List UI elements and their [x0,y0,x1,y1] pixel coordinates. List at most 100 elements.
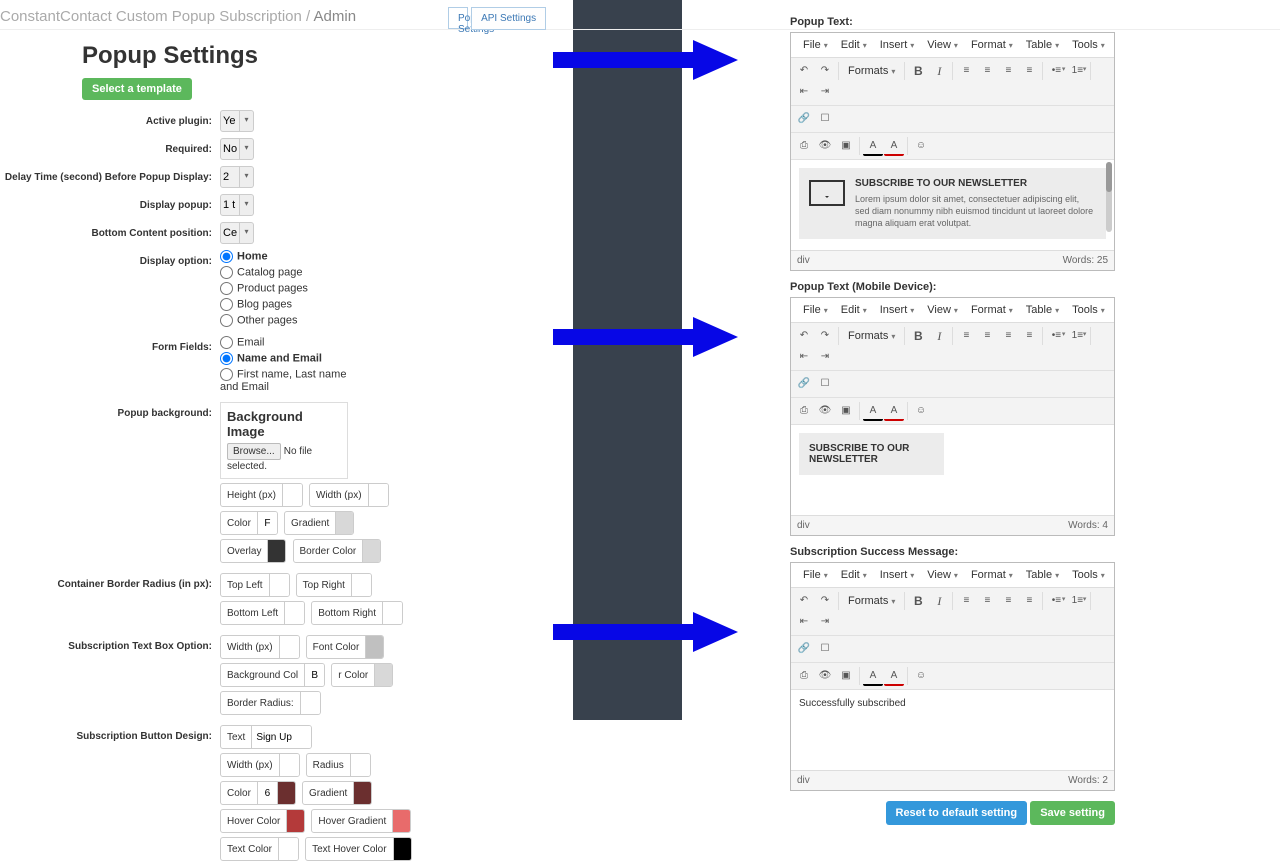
btn-radius-input[interactable] [350,754,370,776]
btn-hcolor-swatch[interactable] [286,810,304,832]
btn-color-input[interactable] [257,782,277,804]
forecolor-icon[interactable]: A [863,401,883,421]
number-list-icon[interactable]: 1≡ [1067,591,1087,611]
menu-tools[interactable]: Tools [1066,37,1111,53]
radio-name-email[interactable] [220,352,233,365]
bold-icon[interactable]: B [908,61,928,81]
tb-bcolor-swatch[interactable] [374,664,392,686]
save-button[interactable]: Save setting [1030,801,1115,825]
formats-select[interactable]: Formats [842,326,901,346]
reset-button[interactable]: Reset to default setting [886,801,1028,825]
undo-icon[interactable]: ↶ [794,326,814,346]
overlay-swatch[interactable] [267,540,285,562]
scrollbar[interactable] [1106,162,1112,232]
menu-edit[interactable]: Edit [835,37,873,53]
link-icon[interactable]: 🔗 [794,639,814,659]
caret-icon[interactable]: ▾ [240,194,254,216]
btn-tcolor-input[interactable] [278,838,298,860]
menu-edit[interactable]: Edit [835,567,873,583]
tr-input[interactable] [351,574,371,596]
radio-blog[interactable] [220,298,233,311]
image-icon[interactable]: ☐ [815,639,835,659]
btn-width-input[interactable] [279,754,299,776]
print-icon[interactable]: ⎙ [794,401,814,421]
menu-insert[interactable]: Insert [874,567,921,583]
menu-view[interactable]: View [921,37,964,53]
menu-insert[interactable]: Insert [874,37,921,53]
radio-home[interactable] [220,250,233,263]
tb-font-swatch[interactable] [365,636,383,658]
tb-width-input[interactable] [279,636,299,658]
editor-content[interactable]: SUBSCRIBE TO OUR NEWSLETTER Lorem ipsum … [791,160,1114,250]
border-swatch[interactable] [362,540,380,562]
align-left-icon[interactable]: ≡ [956,61,976,81]
align-right-icon[interactable]: ≡ [998,326,1018,346]
tb-bg-input[interactable] [304,664,324,686]
browse-button[interactable]: Browse... [227,443,281,460]
preview-icon[interactable]: 👁 [815,136,835,156]
bold-icon[interactable]: B [908,326,928,346]
bg-width-input[interactable] [368,484,388,506]
preview-icon[interactable]: 👁 [815,401,835,421]
menu-file[interactable]: File [797,302,834,318]
undo-icon[interactable]: ↶ [794,591,814,611]
bold-icon[interactable]: B [908,591,928,611]
align-left-icon[interactable]: ≡ [956,326,976,346]
backcolor-icon[interactable]: A [884,666,904,686]
italic-icon[interactable]: I [929,326,949,346]
radio-catalog[interactable] [220,266,233,279]
menu-table[interactable]: Table [1020,567,1065,583]
btn-text-input[interactable] [251,726,311,748]
caret-icon[interactable]: ▾ [240,222,254,244]
link-icon[interactable]: 🔗 [794,109,814,129]
media-icon[interactable]: ▣ [836,666,856,686]
image-icon[interactable]: ☐ [815,374,835,394]
formats-select[interactable]: Formats [842,61,901,81]
bullet-list-icon[interactable]: •≡ [1046,591,1066,611]
formats-select[interactable]: Formats [842,591,901,611]
media-icon[interactable]: ▣ [836,401,856,421]
bg-grad-swatch[interactable] [335,512,353,534]
menu-view[interactable]: View [921,567,964,583]
status-path[interactable]: div [797,255,810,266]
menu-table[interactable]: Table [1020,302,1065,318]
indent-icon[interactable]: ⇥ [815,82,835,102]
tab-api-settings[interactable]: API Settings [471,7,546,30]
caret-icon[interactable]: ▾ [240,110,254,132]
active-plugin-select[interactable] [220,110,240,132]
emoji-icon[interactable]: ☺ [911,401,931,421]
align-justify-icon[interactable]: ≡ [1019,61,1039,81]
menu-insert[interactable]: Insert [874,302,921,318]
italic-icon[interactable]: I [929,591,949,611]
status-path[interactable]: div [797,520,810,531]
btn-grad-swatch[interactable] [353,782,371,804]
bullet-list-icon[interactable]: •≡ [1046,326,1066,346]
br-input[interactable] [382,602,402,624]
outdent-icon[interactable]: ⇤ [794,347,814,367]
number-list-icon[interactable]: 1≡ [1067,326,1087,346]
btn-hgrad-swatch[interactable] [392,810,410,832]
menu-file[interactable]: File [797,567,834,583]
forecolor-icon[interactable]: A [863,666,883,686]
redo-icon[interactable]: ↷ [815,61,835,81]
align-left-icon[interactable]: ≡ [956,591,976,611]
media-icon[interactable]: ▣ [836,136,856,156]
indent-icon[interactable]: ⇥ [815,347,835,367]
status-path[interactable]: div [797,775,810,786]
print-icon[interactable]: ⎙ [794,136,814,156]
display-popup-select[interactable] [220,194,240,216]
link-icon[interactable]: 🔗 [794,374,814,394]
undo-icon[interactable]: ↶ [794,61,814,81]
radio-other[interactable] [220,314,233,327]
image-icon[interactable]: ☐ [815,109,835,129]
number-list-icon[interactable]: 1≡ [1067,61,1087,81]
menu-file[interactable]: File [797,37,834,53]
outdent-icon[interactable]: ⇤ [794,612,814,632]
forecolor-icon[interactable]: A [863,136,883,156]
align-right-icon[interactable]: ≡ [998,591,1018,611]
backcolor-icon[interactable]: A [884,136,904,156]
italic-icon[interactable]: I [929,61,949,81]
indent-icon[interactable]: ⇥ [815,612,835,632]
align-right-icon[interactable]: ≡ [998,61,1018,81]
tl-input[interactable] [269,574,289,596]
